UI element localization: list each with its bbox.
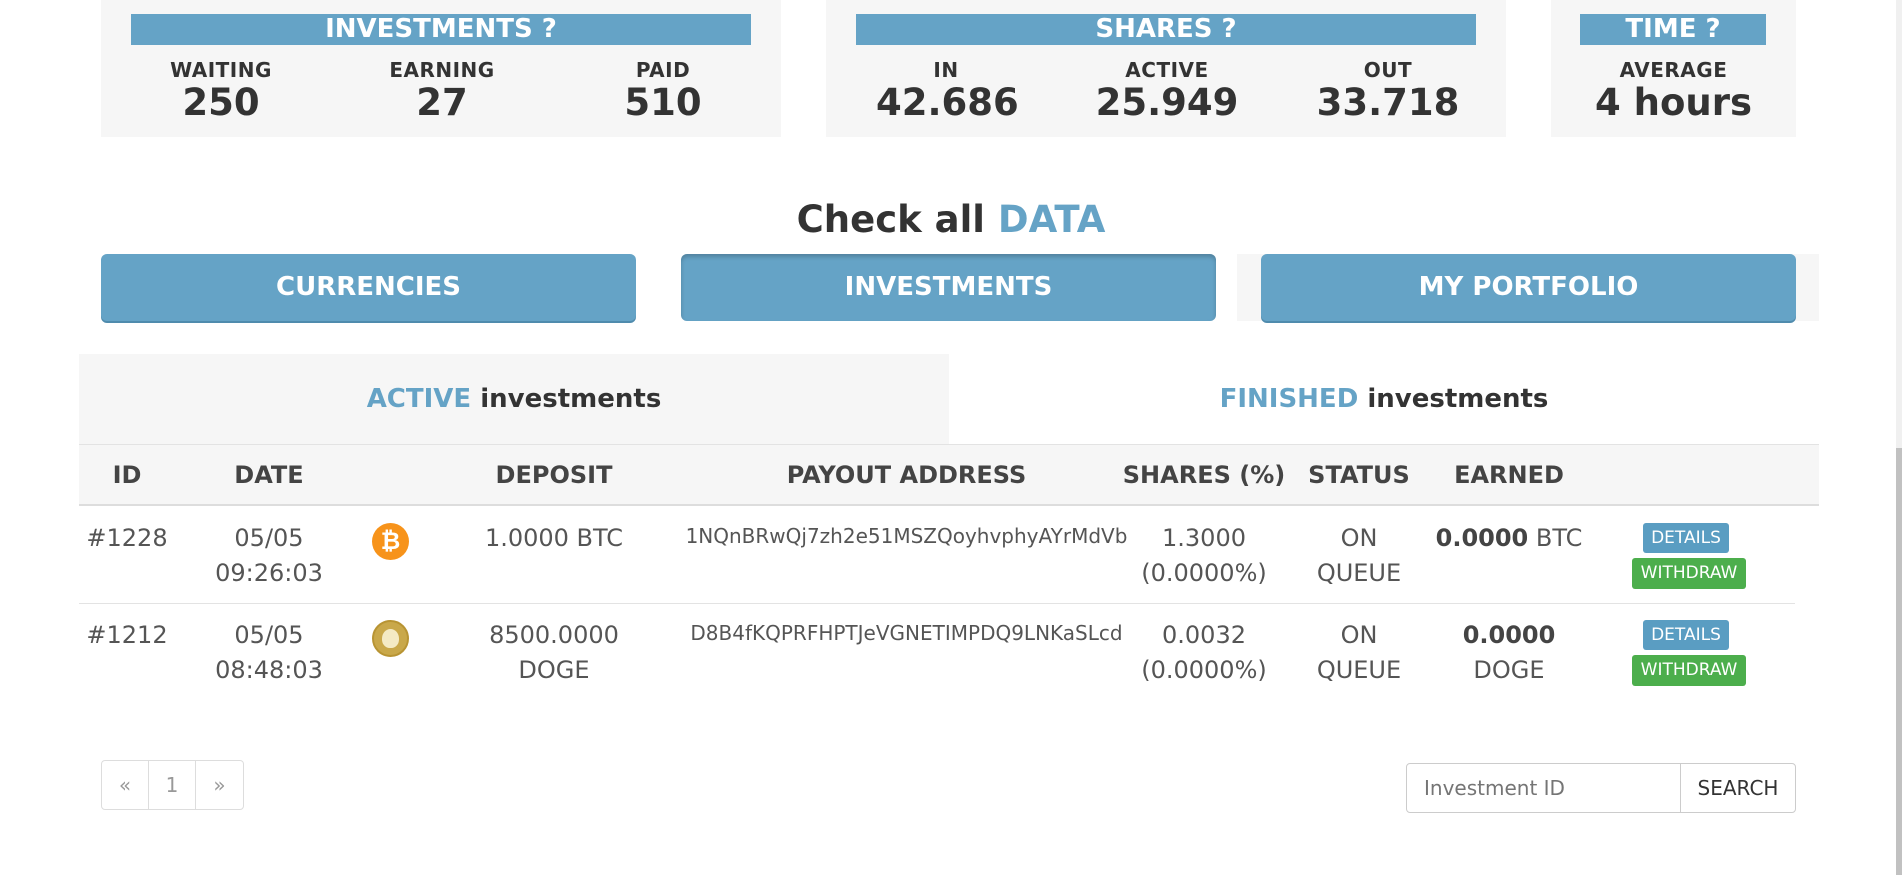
row-shares-pct: (0.0000%) bbox=[1141, 656, 1267, 684]
row-earned-value: 0.0000 bbox=[1462, 621, 1556, 649]
table-row: #1228 05/05 09:26:03 ₿ 1.0000 BTC 1NQnBR… bbox=[79, 507, 1795, 604]
th-shares: SHARES (%) bbox=[1122, 461, 1286, 489]
th-status: STATUS bbox=[1308, 461, 1410, 489]
btc-coin-icon: ₿ bbox=[372, 523, 409, 560]
stat-earning: EARNING 27 bbox=[372, 58, 512, 124]
investments-stat-box: INVESTMENTS ? WAITING 250 EARNING 27 PAI… bbox=[101, 0, 781, 137]
stat-value: 42.686 bbox=[876, 81, 1019, 124]
stat-label: PAID bbox=[635, 58, 691, 82]
row-date-time: 09:26:03 bbox=[215, 559, 323, 587]
stat-in: IN 42.686 bbox=[876, 58, 1019, 124]
row-payout-address: 1NQnBRwQj7zh2e51MSZQoyhvphyAYrMdVb bbox=[685, 524, 1128, 548]
pagination: « 1 » bbox=[101, 760, 244, 810]
search-button[interactable]: SEARCH bbox=[1680, 763, 1796, 813]
heading-prefix: Check all bbox=[796, 198, 985, 241]
row-status: ON QUEUE bbox=[1299, 521, 1419, 591]
th-id: ID bbox=[112, 461, 142, 489]
investments-stat-title[interactable]: INVESTMENTS ? bbox=[131, 14, 751, 45]
row-date-day: 05/05 bbox=[234, 524, 304, 552]
row-status-line1: ON bbox=[1340, 621, 1378, 649]
row-deposit: 8500.0000 DOGE bbox=[439, 618, 669, 688]
stat-label: EARNING bbox=[389, 58, 495, 82]
row-date: 05/05 09:26:03 bbox=[199, 521, 339, 591]
th-payout-address: PAYOUT ADDRESS bbox=[786, 461, 1027, 489]
stat-value: 25.949 bbox=[1095, 81, 1239, 124]
th-deposit: DEPOSIT bbox=[495, 461, 613, 489]
stat-average: AVERAGE 4 hours bbox=[1571, 58, 1776, 124]
stat-value: 27 bbox=[416, 81, 468, 124]
shares-stat-title[interactable]: SHARES ? bbox=[856, 14, 1476, 45]
stat-label: IN bbox=[933, 58, 959, 82]
row-shares-pct: (0.0000%) bbox=[1141, 559, 1267, 587]
stat-value: 33.718 bbox=[1316, 81, 1460, 124]
row-id: #1212 bbox=[86, 621, 168, 649]
stat-out: OUT 33.718 bbox=[1303, 58, 1473, 124]
row-deposit: 1.0000 BTC bbox=[439, 521, 669, 556]
stat-label: ACTIVE bbox=[1125, 58, 1209, 82]
row-earned: 0.0000 BTC bbox=[1409, 521, 1609, 556]
withdraw-button[interactable]: WITHDRAW bbox=[1632, 655, 1746, 686]
row-shares-value: 1.3000 bbox=[1162, 524, 1246, 552]
table-row: #1212 05/05 08:48:03 8500.0000 DOGE D8B4… bbox=[79, 604, 1795, 701]
stat-value: 4 hours bbox=[1595, 81, 1752, 124]
stat-label: AVERAGE bbox=[1619, 58, 1728, 82]
row-id: #1228 bbox=[86, 524, 168, 552]
time-stat-title[interactable]: TIME ? bbox=[1580, 14, 1766, 45]
row-payout-address: D8B4fKQPRFHPTJeVGNETIMPDQ9LNKaSLcd bbox=[690, 621, 1123, 645]
row-date-time: 08:48:03 bbox=[215, 656, 323, 684]
stat-value: 250 bbox=[182, 81, 260, 124]
row-deposit-unit: DOGE bbox=[518, 656, 590, 684]
shares-stat-box: SHARES ? IN 42.686 ACTIVE 25.949 OUT 33.… bbox=[826, 0, 1506, 137]
scrollbar-thumb[interactable] bbox=[1896, 448, 1902, 875]
th-earned: EARNED bbox=[1454, 461, 1564, 489]
details-button[interactable]: DETAILS bbox=[1643, 620, 1729, 650]
tab-accent: FINISHED bbox=[1219, 384, 1359, 414]
page-heading: Check all DATA bbox=[0, 198, 1902, 241]
stat-active: ACTIVE 25.949 bbox=[1082, 58, 1252, 124]
stat-label: WAITING bbox=[170, 58, 272, 82]
th-date: DATE bbox=[234, 461, 304, 489]
row-deposit-amount: 8500.0000 bbox=[489, 621, 619, 649]
stat-paid: PAID 510 bbox=[593, 58, 733, 124]
stat-value: 510 bbox=[624, 81, 702, 124]
tab-finished-investments[interactable]: FINISHED investments bbox=[949, 354, 1819, 444]
investments-button[interactable]: INVESTMENTS bbox=[681, 254, 1216, 321]
row-shares: 1.3000 (0.0000%) bbox=[1109, 521, 1299, 591]
currencies-button[interactable]: CURRENCIES bbox=[101, 254, 636, 321]
pagination-page[interactable]: 1 bbox=[149, 761, 196, 809]
row-status: ON QUEUE bbox=[1299, 618, 1419, 688]
row-date: 05/05 08:48:03 bbox=[199, 618, 339, 688]
table-header: ID DATE DEPOSIT PAYOUT ADDRESS SHARES (%… bbox=[79, 444, 1819, 506]
withdraw-button[interactable]: WITHDRAW bbox=[1632, 558, 1746, 589]
heading-accent: DATA bbox=[997, 198, 1106, 241]
row-shares: 0.0032 (0.0000%) bbox=[1109, 618, 1299, 688]
row-status-line2: QUEUE bbox=[1316, 656, 1402, 684]
pagination-prev[interactable]: « bbox=[102, 761, 149, 809]
row-earned-value: 0.0000 bbox=[1435, 524, 1529, 552]
investment-id-search-input[interactable] bbox=[1406, 763, 1681, 813]
my-portfolio-button[interactable]: MY PORTFOLIO bbox=[1261, 254, 1796, 321]
doge-coin-icon bbox=[372, 620, 409, 657]
details-button[interactable]: DETAILS bbox=[1643, 523, 1729, 553]
row-date-day: 05/05 bbox=[234, 621, 304, 649]
pagination-next[interactable]: » bbox=[196, 761, 243, 809]
tab-accent: ACTIVE bbox=[366, 384, 472, 414]
row-deposit-amount: 1.0000 BTC bbox=[484, 524, 624, 552]
tab-active-investments[interactable]: ACTIVE investments bbox=[79, 354, 949, 444]
tab-label: investments bbox=[1367, 384, 1549, 414]
tab-label: investments bbox=[480, 384, 662, 414]
stat-waiting: WAITING 250 bbox=[151, 58, 291, 124]
row-status-line2: QUEUE bbox=[1316, 559, 1402, 587]
row-earned-unit: BTC bbox=[1535, 524, 1583, 552]
row-shares-value: 0.0032 bbox=[1162, 621, 1246, 649]
time-stat-box: TIME ? AVERAGE 4 hours bbox=[1551, 0, 1796, 137]
row-earned-unit: DOGE bbox=[1473, 656, 1545, 684]
stat-label: OUT bbox=[1363, 58, 1413, 82]
row-status-line1: ON bbox=[1340, 524, 1378, 552]
row-earned: 0.0000 DOGE bbox=[1429, 618, 1589, 688]
